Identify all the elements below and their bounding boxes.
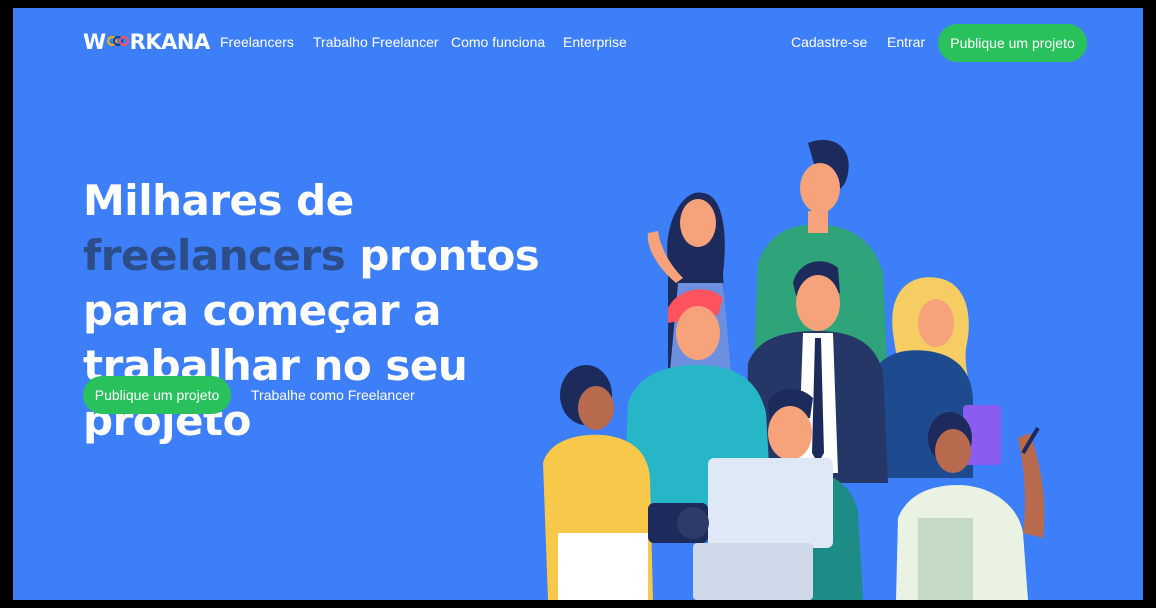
login-link[interactable]: Entrar <box>887 34 925 50</box>
top-navigation: W RKANA Freelancers Trabalho Freelancer … <box>13 8 1143 78</box>
nav-link-trabalho-freelancer[interactable]: Trabalho Freelancer <box>313 34 439 50</box>
nav-link-como-funciona[interactable]: Como funciona <box>451 34 545 50</box>
logo-letter-w: W <box>83 30 106 54</box>
hero-title-part1: Milhares de <box>83 176 354 225</box>
screenshot-frame: W RKANA Freelancers Trabalho Freelancer … <box>0 0 1156 608</box>
logo-text-rest: RKANA <box>129 30 211 54</box>
workana-logo[interactable]: W RKANA <box>83 28 210 56</box>
landing-page: W RKANA Freelancers Trabalho Freelancer … <box>13 8 1143 600</box>
logo-rings-icon <box>106 35 129 49</box>
publish-project-nav-button[interactable]: Publique um projeto <box>938 24 1087 62</box>
freelancers-illustration <box>543 139 1045 600</box>
nav-link-enterprise[interactable]: Enterprise <box>563 34 627 50</box>
signup-link[interactable]: Cadastre-se <box>791 34 867 50</box>
publish-project-button[interactable]: Publique um projeto <box>83 376 231 414</box>
work-as-freelancer-link[interactable]: Trabalhe como Freelancer <box>251 387 415 403</box>
hero-title-highlight: freelancers <box>83 231 346 280</box>
nav-link-freelancers[interactable]: Freelancers <box>220 34 294 50</box>
